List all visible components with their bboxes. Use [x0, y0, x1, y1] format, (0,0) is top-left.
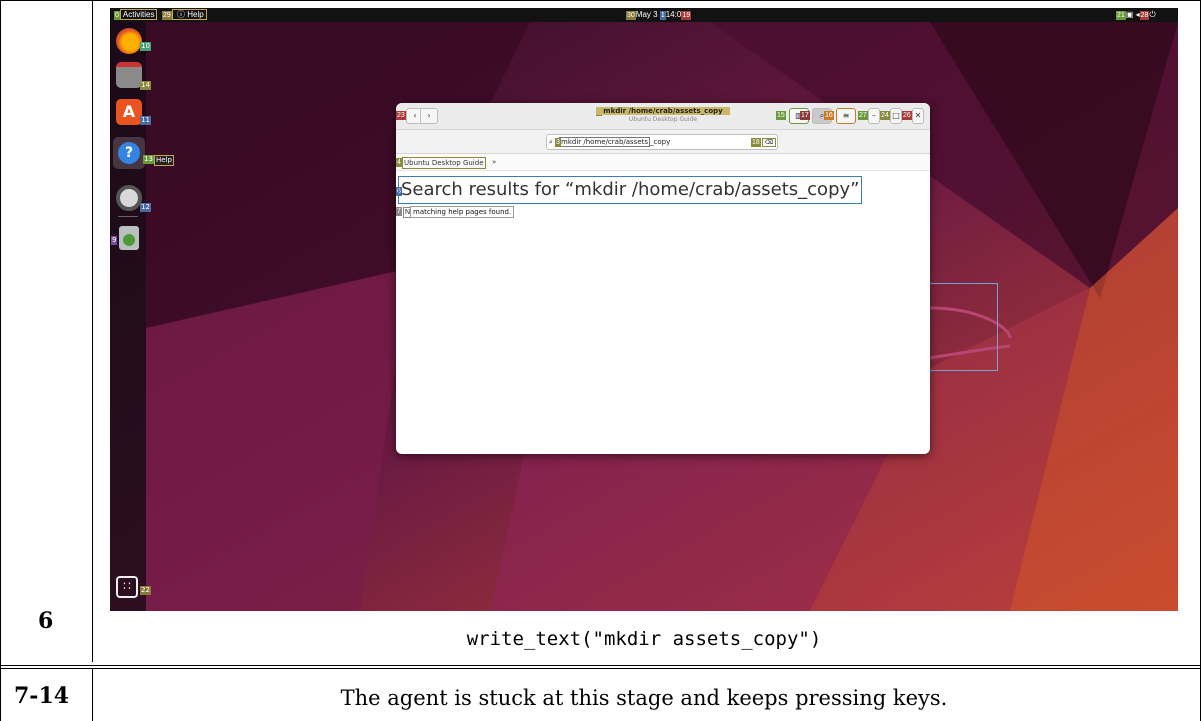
menu-button[interactable]: ≡ [836, 108, 856, 124]
help-tooltip: Help [154, 155, 174, 166]
row-number-6: 6 [38, 608, 54, 634]
network-icon: ▣ [1125, 10, 1134, 19]
files-icon[interactable] [116, 62, 142, 88]
help-menu-tag: 29 [162, 11, 172, 20]
help-menu-label: Help [187, 10, 204, 19]
row-number-7-14: 7-14 [14, 683, 70, 709]
settings-icon[interactable] [116, 185, 142, 211]
clock-tag-left: 30 [626, 11, 636, 20]
clock-date: May 3 [635, 10, 658, 19]
help-app-menu[interactable]: 29 ⓘ Help [162, 9, 207, 20]
window-title: mkdir /home/crab/assets_copy [596, 107, 730, 115]
forward-button[interactable]: › [420, 108, 438, 124]
help-window: 23 25 ‹ › 2 mkdir /home/crab/assets_copy… [396, 103, 930, 454]
search-bar: ⌕ 3 mkdir /home/crab/assets _copy 18 ⌫ [396, 130, 930, 154]
help-menu-box: ⓘ Help [171, 9, 207, 20]
breadcrumb-separator: » [492, 158, 497, 166]
table-left-rule [0, 0, 1, 721]
help-icon[interactable]: ? [113, 137, 145, 169]
desktop-screenshot: 20 0Activities 29 ⓘ Help 30May 3 114:019… [110, 8, 1178, 611]
clock[interactable]: 30May 3 114:019 [626, 10, 692, 20]
bookmark-tag-2: 17 [800, 111, 810, 120]
clock-tag-right: 19 [681, 11, 692, 20]
dock-tag-show-apps: 22 [140, 586, 151, 595]
search-tag: 3 [555, 138, 561, 147]
question-mark-icon: ? [118, 142, 140, 164]
maximize-tag: 24 [880, 111, 890, 120]
search-btn-tag: 16 [824, 111, 834, 120]
close-tag: 26 [902, 111, 912, 120]
maximize-button[interactable]: □ [890, 108, 902, 124]
stuck-note: The agent is stuck at this stage and kee… [340, 686, 948, 710]
dock-tag-settings: 12 [140, 203, 151, 212]
trash-icon[interactable] [119, 226, 139, 250]
dock-tag-firefox: 10 [140, 42, 151, 51]
results-heading: Search results for “mkdir /home/crab/ass… [398, 176, 863, 204]
search-input[interactable]: ⌕ 3 mkdir /home/crab/assets _copy [546, 134, 778, 150]
window-subtitle: Ubuntu Desktop Guide [628, 116, 698, 123]
clear-search-icon[interactable]: ⌫ [762, 138, 776, 147]
power-icon: ⏻ [1149, 10, 1156, 19]
dock-tag-help: 13 [143, 155, 154, 164]
search-icon: ⌕ [549, 138, 553, 146]
table-row-rule-2 [0, 668, 1201, 669]
activities-label: Activities [119, 9, 158, 20]
activities-button[interactable]: 0 Activities [114, 9, 158, 20]
header-bar: 23 25 ‹ › 2 mkdir /home/crab/assets_copy… [396, 103, 930, 130]
dock-tag-app-center: 11 [140, 116, 151, 125]
results-count-text: matching help pages found. [410, 206, 515, 218]
firefox-icon[interactable] [116, 28, 142, 54]
search-value-selected: mkdir /home/crab/assets [559, 137, 651, 147]
table-col-divider [92, 0, 93, 662]
table-col-divider-2 [92, 668, 93, 721]
info-tag-1: 7 [396, 207, 402, 216]
highlight-box-20 [929, 283, 998, 371]
back-tag-1: 23 [396, 111, 406, 120]
show-apps-icon[interactable]: ∷ [116, 576, 138, 598]
table-row-rule [0, 665, 1201, 666]
app-center-icon[interactable]: A [116, 99, 142, 125]
dock: 10 14 A 11 ? 13 Help 12 9 ∷ 22 [110, 22, 174, 611]
clock-time: 14:0 [665, 10, 682, 19]
top-bar: 0 Activities 29 ⓘ Help 30May 3 114:019 21… [110, 8, 1178, 22]
system-menu[interactable]: 21▣ ◂28⏻ [1116, 10, 1156, 20]
menu-tag: 27 [858, 111, 868, 120]
dock-tag-files: 14 [140, 81, 151, 90]
close-button[interactable]: ✕ [912, 108, 924, 124]
dock-separator [118, 216, 138, 217]
table-top-rule [0, 0, 1201, 1]
minimize-button[interactable]: – [868, 108, 880, 124]
clear-tag: 18 [751, 138, 761, 147]
power-tag: 28 [1139, 11, 1150, 20]
dock-tag-trash: 9 [111, 236, 118, 245]
network-tag: 21 [1116, 11, 1126, 20]
recycle-icon [123, 234, 135, 246]
question-circle-icon: ⓘ [177, 10, 186, 19]
action-caption: write_text("mkdir assets_copy") [466, 628, 822, 650]
search-value-rest: _copy [650, 138, 671, 146]
breadcrumb-link[interactable]: Ubuntu Desktop Guide [402, 157, 486, 169]
bookmark-tag: 15 [776, 111, 786, 120]
breadcrumb: 4 Ubuntu Desktop Guide » [396, 154, 930, 171]
